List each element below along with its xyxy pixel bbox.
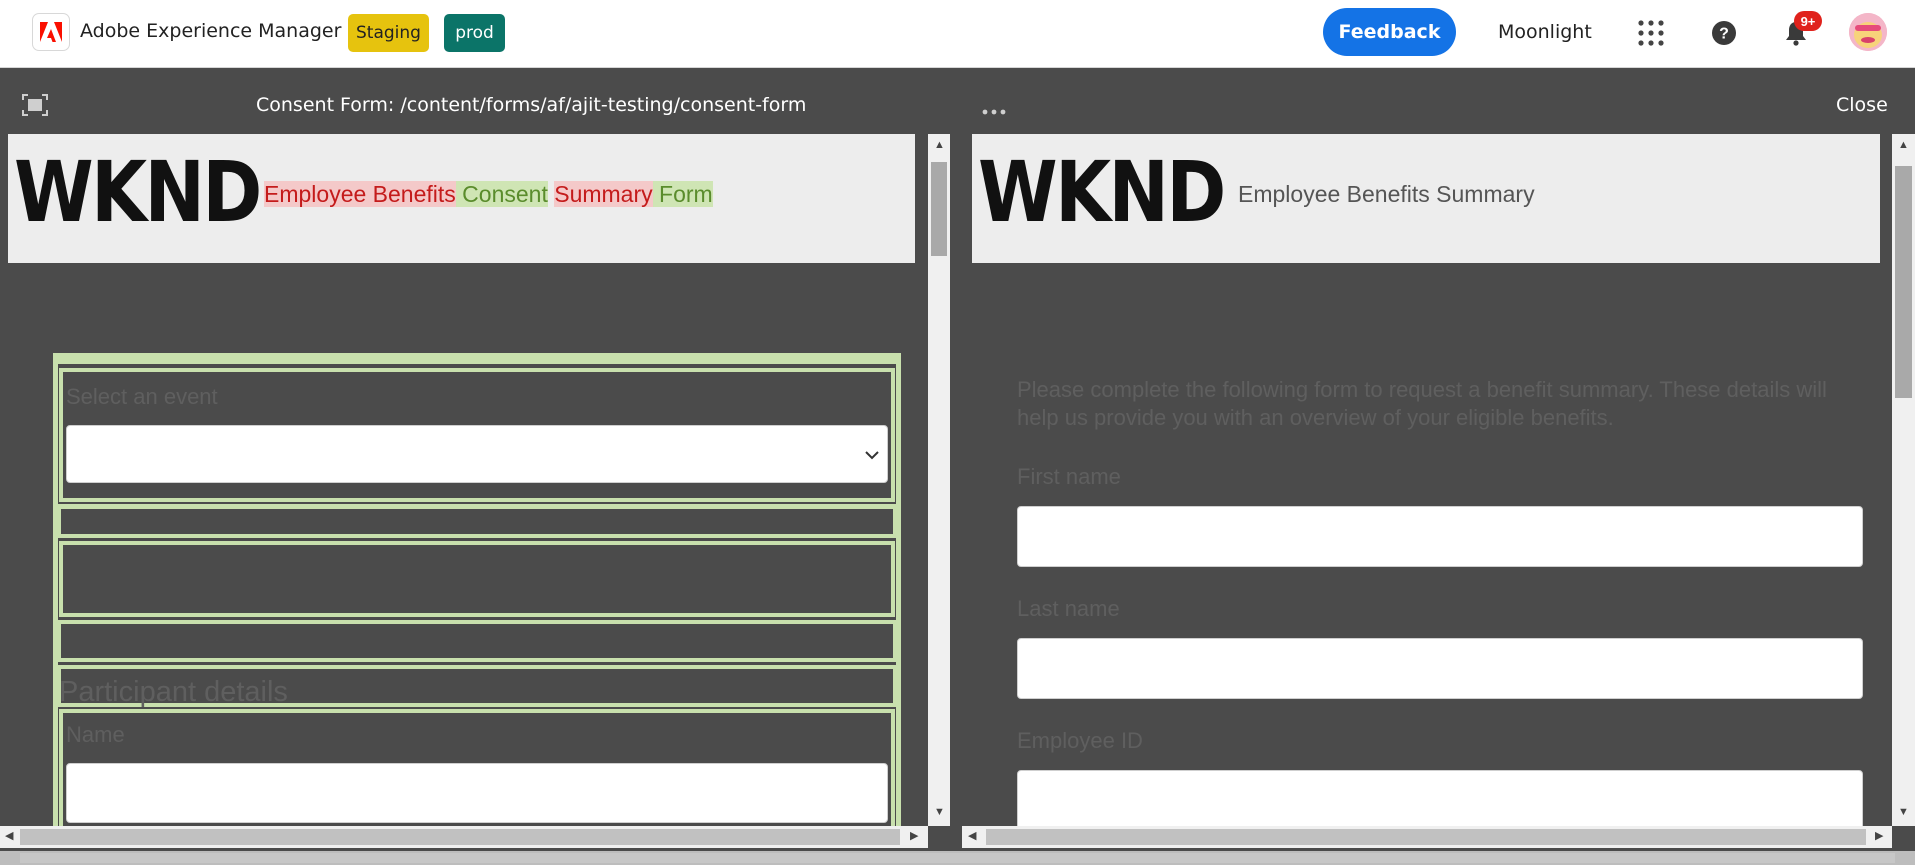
right-horizontal-scroll-thumb[interactable] — [986, 829, 1866, 845]
left-vertical-scroll-thumb[interactable] — [931, 162, 947, 256]
svg-text:?: ? — [1719, 26, 1729, 43]
right-vertical-scroll-thumb[interactable] — [1895, 166, 1912, 398]
left-horizontal-scroll-thumb[interactable] — [20, 829, 900, 845]
select-event-dropdown[interactable] — [66, 425, 888, 483]
wknd-logo: WKND — [14, 143, 262, 241]
form-header-right: WKND Employee Benefits Summary — [972, 134, 1880, 263]
fullscreen-icon[interactable] — [22, 94, 48, 121]
scroll-right-arrow-icon[interactable]: ▶ — [1875, 831, 1883, 842]
form-title-diff: Employee Benefits Consent Summary Form — [264, 181, 713, 208]
first-name-label: First name — [1017, 464, 1121, 489]
diff-row — [59, 541, 895, 617]
env-badge-prod[interactable]: prod — [444, 14, 505, 52]
env-badge-staging[interactable]: Staging — [348, 14, 429, 52]
select-event-label: Select an event — [66, 384, 218, 409]
adobe-logo[interactable] — [32, 13, 70, 51]
title-diff-added: Consent — [455, 181, 548, 207]
title-diff-removed: Employee Benefits — [264, 181, 456, 207]
first-name-input[interactable] — [1017, 506, 1863, 567]
adobe-logo-icon — [40, 22, 62, 42]
form-header-left: WKND Employee Benefits Consent Summary F… — [8, 134, 915, 263]
diff-row — [57, 620, 897, 662]
right-vertical-scrollbar[interactable]: ▲ ▼ — [1892, 134, 1915, 826]
right-horizontal-scrollbar[interactable]: ◀ ▶ — [962, 826, 1892, 848]
title-diff-added: Form — [652, 181, 713, 207]
org-switcher[interactable]: Moonlight — [1498, 21, 1592, 43]
wknd-logo: WKND — [978, 143, 1226, 241]
scroll-down-arrow-icon[interactable]: ▼ — [934, 807, 945, 818]
more-options-icon[interactable] — [982, 102, 1006, 120]
help-icon[interactable]: ? — [1707, 16, 1741, 50]
scroll-left-arrow-icon[interactable]: ◀ — [5, 831, 13, 842]
left-compare-pane: WKND Employee Benefits Consent Summary F… — [0, 134, 928, 826]
form-intro-text: Please complete the following form to re… — [1017, 377, 1827, 430]
scroll-left-arrow-icon[interactable]: ◀ — [968, 831, 976, 842]
apps-grid-icon[interactable] — [1634, 16, 1668, 50]
scroll-right-arrow-icon[interactable]: ▶ — [910, 831, 918, 842]
employee-id-input[interactable] — [1017, 770, 1863, 826]
right-compare-pane: WKND Employee Benefits Summary Please co… — [962, 134, 1892, 826]
panel-title: Consent Form: /content/forms/af/ajit-tes… — [256, 94, 807, 116]
page-horizontal-scrollbar[interactable] — [0, 851, 1915, 865]
last-name-input[interactable] — [1017, 638, 1863, 699]
diff-strip — [58, 358, 896, 364]
scroll-up-arrow-icon[interactable]: ▲ — [1898, 140, 1909, 151]
scroll-up-arrow-icon[interactable]: ▲ — [934, 140, 945, 151]
page-horizontal-scroll-thumb[interactable] — [20, 853, 1895, 863]
diff-row — [57, 504, 897, 538]
left-vertical-scrollbar[interactable]: ▲ ▼ — [928, 134, 950, 826]
form-title: Employee Benefits Summary — [1238, 181, 1535, 207]
app-title[interactable]: Adobe Experience Manager — [80, 20, 341, 42]
avatar[interactable] — [1849, 13, 1887, 51]
notification-count-badge: 9+ — [1794, 11, 1822, 31]
title-diff-removed: Summary — [554, 181, 653, 207]
name-input[interactable] — [66, 763, 888, 823]
added-panel-highlight: Select an event Participant details Name — [53, 353, 901, 826]
chevron-down-icon — [865, 451, 879, 460]
top-bar: Adobe Experience Manager Staging prod Fe… — [0, 0, 1915, 68]
panel-header: Consent Form: /content/forms/af/ajit-tes… — [0, 68, 1915, 134]
avatar-icon — [1849, 13, 1887, 51]
close-button[interactable]: Close — [1836, 94, 1888, 116]
last-name-label: Last name — [1017, 596, 1120, 621]
name-label: Name — [66, 722, 125, 747]
scroll-down-arrow-icon[interactable]: ▼ — [1898, 807, 1909, 818]
left-horizontal-scrollbar[interactable]: ◀ ▶ — [0, 826, 928, 848]
employee-id-label: Employee ID — [1017, 728, 1143, 753]
participant-details-heading: Participant details — [59, 676, 288, 708]
feedback-button[interactable]: Feedback — [1323, 8, 1456, 56]
